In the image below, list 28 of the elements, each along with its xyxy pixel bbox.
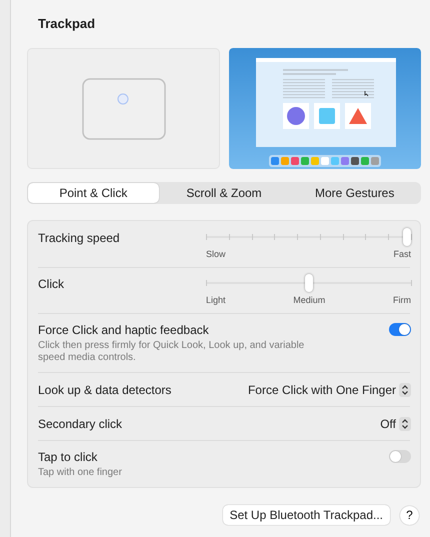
popup-button[interactable]: Force Click with One Finger — [248, 383, 411, 397]
scale-label: Light — [206, 295, 226, 305]
popup-button[interactable]: Off — [380, 417, 411, 431]
toggle-switch[interactable] — [389, 323, 411, 336]
setting-label: Secondary click — [38, 417, 122, 431]
setting-description: Click then press firmly for Quick Look, Look up, and variable speed media controls. — [38, 340, 306, 364]
slider-thumb[interactable] — [304, 274, 312, 292]
setting-label: Click — [38, 277, 64, 291]
setting-label: Tracking speed — [38, 231, 120, 245]
window-title: Trackpad — [38, 16, 96, 33]
setting-description: Tap with one finger — [38, 467, 123, 479]
scale-label: Slow — [206, 249, 226, 259]
tab[interactable]: More Gestures — [289, 183, 420, 203]
toggle-switch[interactable] — [389, 450, 411, 463]
trackpad-icon — [82, 78, 166, 140]
tab[interactable]: Point & Click — [28, 183, 159, 203]
setting-label: Force Click and haptic feedback — [38, 323, 210, 337]
tab[interactable]: Scroll & Zoom — [158, 183, 290, 203]
chevron-up-down-icon — [399, 383, 411, 397]
setting-label: Look up & data detectors — [38, 383, 172, 397]
setting-label: Tap to click — [38, 450, 98, 464]
chevron-up-down-icon — [399, 417, 411, 431]
scale-label: Fast — [393, 249, 411, 259]
help-button[interactable]: ? — [400, 506, 419, 524]
scale-label: Firm — [392, 295, 411, 305]
slider-thumb[interactable] — [403, 228, 411, 246]
setup-button[interactable]: Set Up Bluetooth Trackpad... — [222, 505, 390, 525]
scale-label: Medium — [293, 295, 326, 305]
